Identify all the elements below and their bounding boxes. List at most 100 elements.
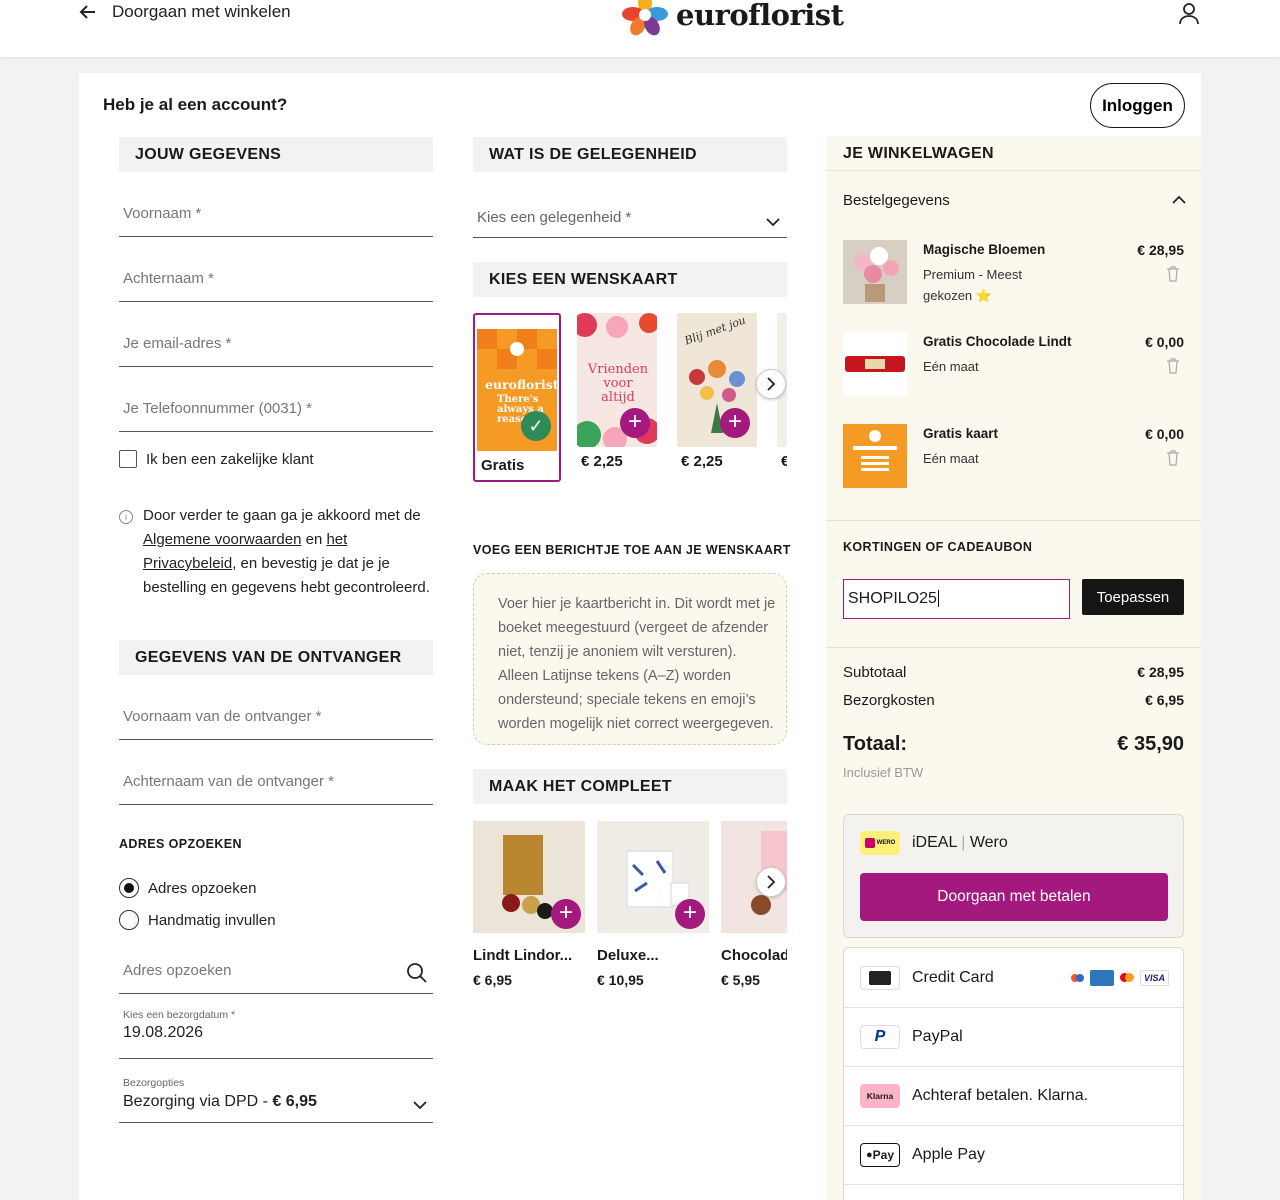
occasion-select[interactable]: Kies een gelegenheid * — [473, 209, 787, 238]
ideal-wero-label: iDEAL | Wero — [912, 834, 1008, 851]
manual-entry-radio[interactable] — [119, 910, 139, 930]
chevron-down-icon — [766, 218, 780, 227]
vat-note: Inclusief BTW — [843, 765, 924, 780]
payment-method-label: Credit Card — [912, 968, 994, 986]
business-customer-row[interactable]: Ik ben een zakelijke klant — [119, 450, 314, 468]
cart-item-image — [843, 332, 907, 396]
trash-icon[interactable] — [1166, 266, 1180, 282]
euroflorist-logo[interactable]: euroflorist — [620, 0, 844, 40]
cart-item-price: € 0,00 — [1145, 426, 1184, 442]
recipient-first-name-field[interactable]: Voornaam van de ontvanger * — [119, 708, 433, 740]
address-lookup-radio-label: Adres opzoeken — [148, 879, 257, 897]
upsell-product-card[interactable]: Chocolade € 5,95 — [721, 821, 787, 988]
business-customer-label: Ik ben een zakelijke klant — [146, 450, 314, 468]
delivery-date-label: Kies een bezorgdatum * — [123, 1009, 236, 1021]
order-details-toggle[interactable]: Bestelgegevens — [843, 192, 950, 209]
cart-item-name: Magische Bloemen — [923, 242, 1046, 257]
trash-icon[interactable] — [1166, 358, 1180, 374]
apple-pay-icon: ● Pay — [860, 1143, 900, 1167]
search-icon[interactable] — [406, 962, 428, 984]
cart-item-variant: Eén maat — [923, 359, 979, 374]
site-header: Doorgaan met winkelen euroflorist — [0, 0, 1280, 57]
chevron-up-icon[interactable] — [1172, 195, 1186, 205]
mastercard-icon — [1119, 973, 1134, 982]
check-icon: ✓ — [521, 411, 551, 441]
payment-method-label: Achteraf betalen. Klarna. — [912, 1087, 1089, 1104]
payment-method-label: PayPal — [912, 1028, 963, 1045]
upsell-product-card[interactable]: + Deluxe... € 10,95 — [597, 821, 709, 988]
product-price: € 6,95 — [473, 972, 512, 988]
cart-item-name: Gratis Chocolade Lindt — [923, 334, 1072, 349]
apply-discount-button[interactable]: Toepassen — [1082, 579, 1184, 615]
products-next-button[interactable] — [756, 867, 786, 897]
upsell-product-card[interactable]: + Lindt Lindor... € 6,95 — [473, 821, 585, 988]
terms-link[interactable]: Algemene voorwaarden — [143, 531, 301, 548]
greeting-card-option[interactable]: Blij met jou + € 2,25 — [677, 313, 763, 470]
ideal-wero-icon: WERO — [860, 831, 900, 855]
ideal-badge-text: WERO — [876, 840, 896, 846]
greeting-card-price: € 2,25 — [581, 453, 623, 470]
business-customer-checkbox[interactable] — [119, 450, 137, 468]
delivery-options-select[interactable]: Bezorgopties Bezorging via DPD - € 6,95 — [119, 1074, 433, 1123]
discount-code-value: SHOPILO25 — [848, 590, 937, 607]
privacy-link-part2[interactable]: Privacybeleid — [143, 555, 232, 572]
payment-method-credit-card[interactable]: Credit Card VISA — [844, 948, 1183, 1007]
delivery-option-value: Bezorging via DPD - — [123, 1093, 268, 1110]
amex-icon — [1089, 969, 1114, 986]
shipping-row: Bezorgkosten € 6,95 — [843, 692, 1184, 709]
address-lookup-radio[interactable] — [119, 878, 139, 898]
manual-entry-option[interactable]: Handmatig invullen — [119, 910, 276, 930]
shipping-label: Bezorgkosten — [843, 692, 935, 709]
first-name-field[interactable]: Voornaam * — [119, 205, 433, 237]
recipient-heading: GEGEVENS VAN DE ONTVANGER — [119, 640, 433, 675]
greeting-card-option-selected[interactable]: euroflorist There's always a reason ✓ Gr… — [473, 313, 561, 482]
delivery-date-field[interactable]: Kies een bezorgdatum * 19.08.2026 — [119, 1006, 433, 1059]
add-card-button[interactable]: + — [620, 408, 650, 438]
subtotal-label: Subtotaal — [843, 664, 907, 681]
card-message-heading: VOEG EEN BERICHTJE TOE AAN JE WENSKAART — [473, 543, 791, 557]
delivery-option-price: € 6,95 — [272, 1093, 317, 1110]
apple-pay-badge-text: Pay — [872, 1148, 894, 1162]
address-search-input[interactable]: Adres opzoeken — [119, 962, 433, 994]
card-message-textarea[interactable]: Voer hier je kaartbericht in. Dit wordt … — [473, 573, 787, 745]
payment-method-klarna[interactable]: Klarna Achteraf betalen. Klarna. — [844, 1066, 1183, 1125]
greeting-card-heading: KIES EEN WENSKAART — [473, 262, 787, 297]
cart-item: Magische Bloemen Premium - Meest gekozen… — [843, 240, 1184, 310]
terms-text-pre: Door verder te gaan ga je akkoord met de — [143, 507, 421, 524]
cart-item-name: Gratis kaart — [923, 426, 999, 441]
email-field[interactable]: Je email-adres * — [119, 335, 433, 367]
last-name-field[interactable]: Achternaam * — [119, 270, 433, 302]
product-name: Chocolade — [721, 947, 787, 964]
manual-entry-radio-label: Handmatig invullen — [148, 911, 276, 929]
address-lookup-option[interactable]: Adres opzoeken — [119, 878, 256, 898]
maestro-icon — [1070, 973, 1084, 982]
checkout-panel: Heb je al een account? Inloggen JOUW GEG… — [79, 73, 1201, 1200]
add-card-button[interactable]: + — [720, 408, 750, 438]
trash-icon[interactable] — [1166, 450, 1180, 466]
delivery-date-value: 19.08.2026 — [123, 1024, 204, 1041]
phone-field[interactable]: Je Telefoonnummer (0031) * — [119, 400, 433, 432]
continue-shopping-link[interactable]: Doorgaan met winkelen — [78, 2, 291, 22]
login-button[interactable]: Inloggen — [1090, 83, 1185, 128]
your-details-heading: JOUW GEGEVENS — [119, 137, 433, 172]
payment-method-apple-pay[interactable]: ● Pay Apple Pay — [844, 1125, 1183, 1184]
greeting-card-option[interactable]: Vrienden voor altijd + € 2,25 — [577, 313, 663, 470]
subtotal-value: € 28,95 — [1137, 664, 1184, 680]
ideal-label: iDEAL — [912, 834, 957, 851]
klarna-icon: Klarna — [860, 1084, 900, 1108]
payment-method-more[interactable] — [844, 1184, 1183, 1200]
shopping-cart: JE WINKELWAGEN Bestelgegevens Magische B… — [826, 136, 1201, 1200]
privacy-link-part1[interactable]: het — [326, 531, 347, 548]
payment-method-paypal[interactable]: P PayPal — [844, 1007, 1183, 1066]
continue-to-payment-button[interactable]: Doorgaan met betalen — [860, 873, 1168, 921]
discount-code-input[interactable]: SHOPILO25 — [843, 579, 1070, 619]
paypal-icon: P — [860, 1025, 900, 1049]
wero-label: Wero — [969, 834, 1008, 851]
recipient-last-name-field[interactable]: Achternaam van de ontvanger * — [119, 773, 433, 805]
subtotal-row: Subtotaal € 28,95 — [843, 664, 1184, 681]
user-account-icon[interactable] — [1177, 1, 1201, 25]
product-price: € 5,95 — [721, 972, 760, 988]
add-product-button[interactable]: + — [675, 899, 705, 929]
add-product-button[interactable]: + — [551, 899, 581, 929]
cards-next-button[interactable] — [756, 369, 786, 399]
